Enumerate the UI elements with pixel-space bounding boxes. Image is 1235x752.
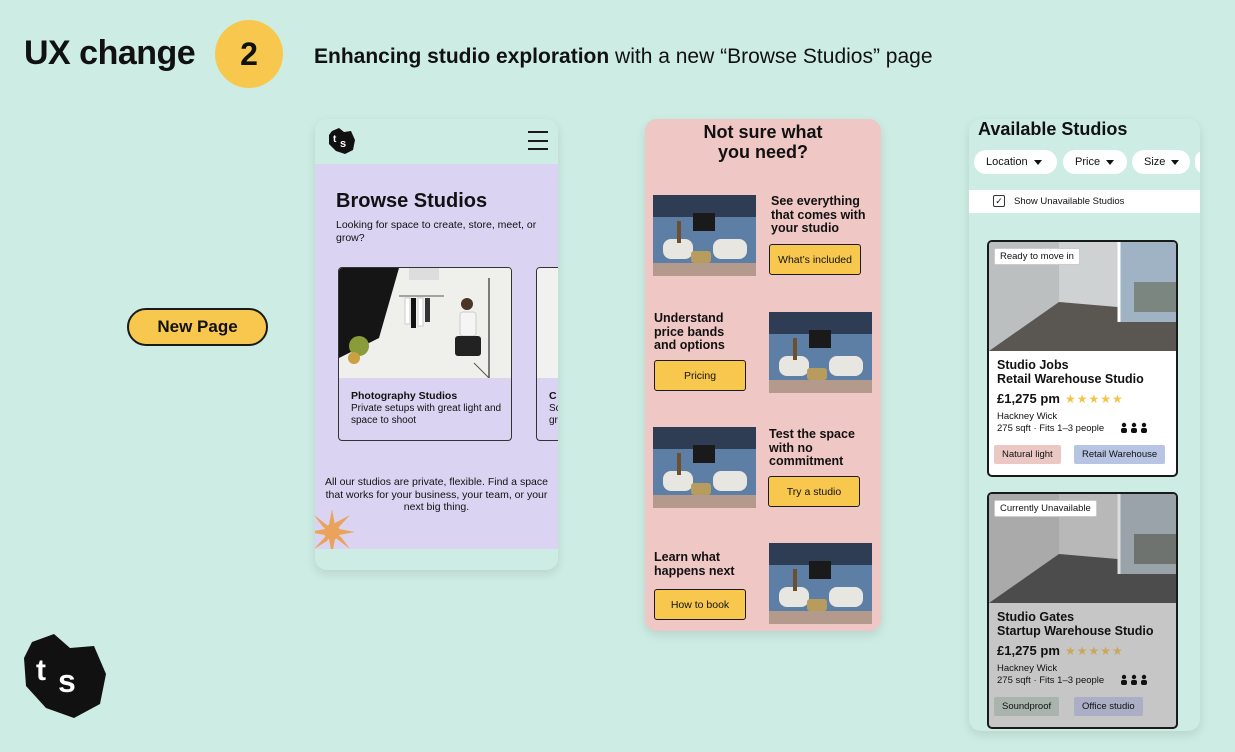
studio-photo <box>769 312 872 393</box>
svg-text:s: s <box>58 663 76 699</box>
browse-subheading: Looking for space to create, store, meet… <box>336 219 537 244</box>
checkbox-checked-icon[interactable]: ✓ <box>993 195 1005 207</box>
try-a-studio-button[interactable]: Try a studio <box>768 476 860 507</box>
tag-soundproof: Soundproof <box>994 697 1060 716</box>
phone-footer <box>315 549 558 570</box>
show-unavailable-label: Show Unavailable Studios <box>1014 196 1125 207</box>
show-unavailable-row[interactable]: ✓ Show Unavailable Studios <box>969 190 1200 213</box>
section-text: See everything that comes with your stud… <box>771 194 866 235</box>
section-text: Learn what happens next <box>654 550 735 578</box>
available-studios-title: Available Studios <box>978 119 1128 139</box>
page-title: UX change <box>24 34 196 72</box>
rating-stars-icon: ★★★★★ <box>1065 644 1124 658</box>
tag-natural-light: Natural light <box>994 445 1061 464</box>
people-icon <box>1120 422 1148 436</box>
help-title: Not sure what you need? <box>703 122 823 162</box>
new-page-label: New Page <box>127 308 268 346</box>
studio-card[interactable]: Ready to move in Studio Jobs Retail Wareh… <box>987 240 1178 477</box>
card-description: Private setups with great light and spac… <box>351 403 502 426</box>
card-description: Scgr <box>549 403 558 426</box>
next-studio-card[interactable]: C Scgr <box>536 267 558 441</box>
filter-location[interactable]: Location <box>974 150 1057 174</box>
tag-retail-warehouse: Retail Warehouse <box>1074 445 1166 464</box>
tag-office-studio: Office studio <box>1074 697 1143 716</box>
studio-price: £1,275 pm <box>997 391 1060 406</box>
pricing-button[interactable]: Pricing <box>654 360 746 391</box>
studio-location: Hackney Wick 275 sqft · Fits 1–3 people <box>997 411 1105 434</box>
svg-text:t: t <box>36 654 46 687</box>
help-options-phone: Not sure what you need? See everything th… <box>645 119 881 631</box>
subtitle-bold: Enhancing studio exploration <box>314 45 610 68</box>
ts-logo-icon: t s <box>24 634 106 718</box>
card-title: Photography Studios <box>351 390 458 402</box>
card-title: C <box>549 390 557 402</box>
svg-text:s: s <box>340 138 346 150</box>
studio-name: Studio Jobs Retail Warehouse Studio <box>997 358 1144 386</box>
photography-studio-card[interactable]: Photography Studios Private setups with … <box>338 267 512 441</box>
photography-studio-image <box>339 268 511 378</box>
browse-heading: Browse Studios <box>336 190 488 212</box>
phone-header: t s <box>315 119 558 164</box>
ts-logo-icon[interactable]: t s <box>328 127 356 155</box>
filter-price[interactable]: Price <box>1063 150 1127 174</box>
studio-photo <box>653 195 756 276</box>
people-icon <box>1120 674 1148 688</box>
next-studio-image <box>537 268 558 378</box>
subtitle-rest: with a new “Browse Studios” page <box>609 45 933 68</box>
filter-size[interactable]: Size <box>1132 150 1190 174</box>
studio-photo <box>769 543 872 624</box>
hamburger-menu-icon[interactable] <box>528 131 548 150</box>
chevron-down-icon <box>1171 159 1180 165</box>
chevron-down-icon <box>1106 159 1115 165</box>
chevron-down-icon <box>1033 159 1042 165</box>
section-text: Understand price bands and options <box>654 311 725 352</box>
browse-studios-phone: t s Browse Studios Looking for space to … <box>315 119 558 570</box>
page-subtitle: Enhancing studio exploration with a new … <box>314 45 933 69</box>
studio-card[interactable]: Currently Unavailable Studio Gates Startu… <box>987 492 1178 729</box>
available-studios-phone: Available Studios Location Price Size ✓ … <box>969 119 1200 731</box>
filter-more[interactable] <box>1195 150 1200 174</box>
change-number-badge: 2 <box>215 20 283 88</box>
whats-included-button[interactable]: What’s included <box>769 244 861 275</box>
studio-price: £1,275 pm <box>997 643 1060 658</box>
how-to-book-button[interactable]: How to book <box>654 589 746 620</box>
studio-name: Studio Gates Startup Warehouse Studio <box>997 610 1154 638</box>
browse-body-text: All our studios are private, flexible. F… <box>325 476 548 513</box>
studio-photo <box>653 427 756 508</box>
rating-stars-icon: ★★★★★ <box>1065 392 1124 406</box>
studio-location: Hackney Wick 275 sqft · Fits 1–3 people <box>997 663 1105 686</box>
status-badge: Ready to move in <box>994 248 1080 265</box>
section-text: Test the space with no commitment <box>769 427 855 468</box>
status-badge: Currently Unavailable <box>994 500 1097 517</box>
